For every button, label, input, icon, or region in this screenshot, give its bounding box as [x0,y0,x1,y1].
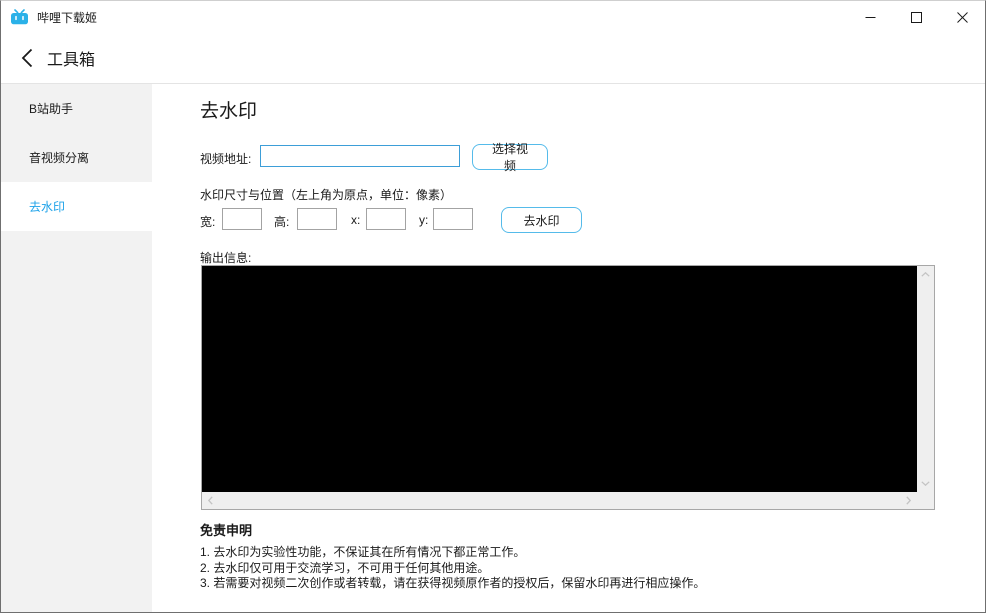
chevron-down-icon [921,481,930,486]
scroll-right-button[interactable] [900,492,917,509]
y-input[interactable] [433,208,473,230]
x-input[interactable] [366,208,406,230]
sidebar: B站助手 音视频分离 去水印 [1,84,152,612]
disclaimer-title: 免责申明 [200,523,253,538]
chevron-left-icon [208,496,213,505]
sidebar-item-watermark-removal[interactable]: 去水印 [1,182,152,231]
output-panel [201,265,935,510]
close-button[interactable] [939,1,985,33]
chevron-up-icon [921,272,930,277]
video-address-input[interactable] [260,145,460,167]
scroll-down-button[interactable] [917,475,934,492]
sidebar-item-av-separation[interactable]: 音视频分离 [1,133,152,182]
back-button[interactable] [17,46,37,70]
chevron-right-icon [906,496,911,505]
maximize-button[interactable] [893,1,939,33]
scrollbar-corner [917,492,934,509]
width-input[interactable] [222,208,262,230]
bilibili-tv-icon [10,9,29,25]
sidebar-item-label: 音视频分离 [29,151,90,165]
y-label: y: [419,213,429,227]
watermark-position-label: 水印尺寸与位置（左上角为原点，单位：像素） [200,188,453,202]
output-console [202,266,917,492]
app-window: 哔哩下载姬 工具箱 B站助手 音视频分离 去水印 去水印 视频地址: 选择视频 … [0,0,986,613]
height-label: 高: [274,215,290,229]
output-label: 输出信息: [200,251,252,265]
page-header: 工具箱 [1,33,985,84]
remove-watermark-button[interactable]: 去水印 [501,207,582,233]
maximize-icon [910,11,922,23]
vertical-scrollbar[interactable] [917,266,934,492]
titlebar: 哔哩下载姬 [1,1,985,33]
video-address-label: 视频地址: [200,152,252,166]
sidebar-item-bzhan-assistant[interactable]: B站助手 [1,84,152,133]
disclaimer-line: 2. 去水印仅可用于交流学习，不可用于任何其他用途。 [200,560,490,575]
sidebar-item-label: B站助手 [29,102,74,116]
minimize-icon [865,16,875,18]
main-content: 去水印 视频地址: 选择视频 水印尺寸与位置（左上角为原点，单位：像素） 宽: … [152,84,985,612]
scroll-left-button[interactable] [202,492,219,509]
close-icon [956,11,968,23]
sidebar-item-label: 去水印 [29,200,66,214]
disclaimer-line: 1. 去水印为实验性功能，不保证其在所有情况下都正常工作。 [200,545,526,559]
horizontal-scrollbar[interactable] [202,492,917,509]
scroll-up-button[interactable] [917,266,934,283]
height-input[interactable] [297,208,337,230]
window-title: 哔哩下载姬 [37,10,98,25]
disclaimer-line: 3. 若需要对视频二次创作或者转载，请在获得视频原作者的授权后，保留水印再进行相… [200,576,706,590]
x-label: x: [351,213,361,227]
width-label: 宽: [200,215,216,229]
section-title: 去水印 [200,101,258,122]
chevron-left-icon [21,48,33,68]
select-video-button[interactable]: 选择视频 [472,142,548,173]
minimize-button[interactable] [847,1,893,33]
disclaimer: 1. 去水印为实验性功能，不保证其在所有情况下都正常工作。 2. 去水印仅可用于… [200,545,705,592]
page-title: 工具箱 [47,52,96,69]
